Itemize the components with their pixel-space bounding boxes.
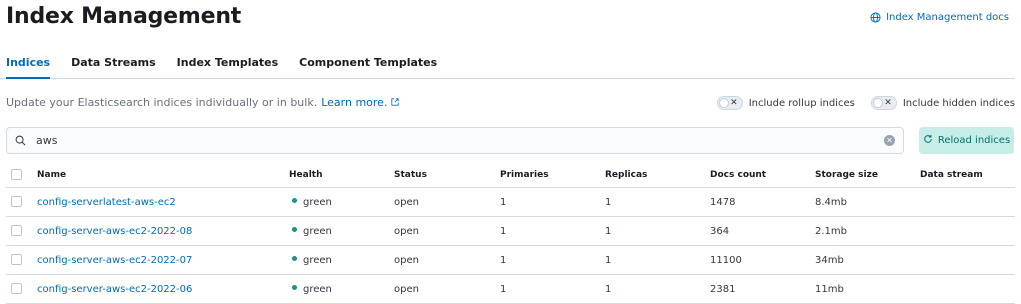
primaries-value: 1: [500, 245, 605, 275]
rollup-switch[interactable]: ✕: [716, 96, 743, 110]
column-header-name[interactable]: Name: [37, 162, 289, 188]
health-dot-icon: [292, 197, 297, 203]
docs-count-value: 1478: [710, 187, 815, 217]
external-link-icon: [391, 96, 400, 109]
column-header-health[interactable]: Health: [289, 162, 394, 188]
status-value: open: [394, 274, 500, 304]
refresh-icon: [923, 134, 933, 147]
docs-count-value: 364: [710, 216, 815, 246]
column-header-docs-count[interactable]: Docs count: [710, 162, 815, 188]
row-checkbox[interactable]: [11, 225, 22, 237]
index-name-link[interactable]: config-server-aws-ec2-2022-08: [37, 226, 192, 237]
health-value: green: [303, 196, 332, 208]
docs-count-value: 2381: [710, 274, 815, 304]
table-row: config-server-aws-ec2-2022-08 green open…: [6, 216, 1015, 246]
storage-size-value: 8.4mb: [815, 187, 920, 217]
data-stream-value: [920, 245, 1015, 275]
health-dot-icon: [292, 255, 297, 261]
column-header-data-stream[interactable]: Data stream: [920, 162, 1015, 188]
replicas-value: 1: [605, 274, 710, 304]
replicas-value: 1: [605, 245, 710, 275]
hidden-toggle[interactable]: ✕ Include hidden indices: [870, 96, 1015, 110]
table-header-row: Name Health Status Primaries Replicas Do…: [6, 162, 1015, 188]
index-name-link[interactable]: config-server-aws-ec2-2022-06: [37, 284, 192, 295]
health-value: green: [303, 225, 332, 237]
primaries-value: 1: [500, 274, 605, 304]
description-text: Update your Elasticsearch indices indivi…: [6, 96, 318, 109]
column-header-status[interactable]: Status: [394, 162, 500, 188]
clear-search-icon[interactable]: ✕: [884, 135, 895, 146]
data-stream-value: [920, 216, 1015, 246]
globe-icon: [870, 12, 881, 23]
tab-component-templates[interactable]: Component Templates: [299, 52, 437, 75]
replicas-value: 1: [605, 216, 710, 246]
page-description: Update your Elasticsearch indices indivi…: [6, 96, 400, 109]
toggle-group: ✕ Include rollup indices ✕ Include hidde…: [716, 96, 1015, 110]
status-value: open: [394, 245, 500, 275]
table-row: config-server-aws-ec2-2022-06 green open…: [6, 274, 1015, 304]
cross-icon: ✕: [730, 98, 738, 108]
row-checkbox[interactable]: [11, 254, 22, 266]
tab-bar: Indices Data Streams Index Templates Com…: [0, 52, 1015, 79]
search-box: ✕: [6, 127, 904, 154]
health-value: green: [303, 283, 332, 295]
search-icon: [15, 131, 26, 150]
docs-link-label: Index Management docs: [886, 12, 1009, 23]
health-dot-icon: [292, 226, 297, 232]
cross-icon: ✕: [884, 98, 892, 108]
reload-label: Reload indices: [937, 135, 1011, 146]
primaries-value: 1: [500, 187, 605, 217]
page-title: Index Management: [6, 4, 242, 29]
tab-index-templates[interactable]: Index Templates: [177, 52, 278, 75]
column-header-primaries[interactable]: Primaries: [500, 162, 605, 188]
tab-indices[interactable]: Indices: [6, 52, 51, 79]
data-stream-value: [920, 187, 1015, 217]
status-value: open: [394, 187, 500, 217]
status-value: open: [394, 216, 500, 246]
rollup-label: Include rollup indices: [748, 97, 855, 109]
docs-count-value: 11100: [710, 245, 815, 275]
rollup-toggle[interactable]: ✕ Include rollup indices: [716, 96, 855, 110]
row-checkbox[interactable]: [11, 196, 22, 208]
health-value: green: [303, 254, 332, 266]
primaries-value: 1: [500, 216, 605, 246]
table-row: config-server-aws-ec2-2022-07 green open…: [6, 245, 1015, 275]
column-header-replicas[interactable]: Replicas: [605, 162, 710, 188]
docs-link[interactable]: Index Management docs: [870, 12, 1009, 23]
index-name-link[interactable]: config-serverlatest-aws-ec2: [37, 197, 176, 208]
tab-data-streams[interactable]: Data Streams: [71, 52, 156, 75]
column-header-storage-size[interactable]: Storage size: [815, 162, 920, 188]
replicas-value: 1: [605, 187, 710, 217]
reload-indices-button[interactable]: Reload indices: [919, 127, 1014, 154]
hidden-label: Include hidden indices: [902, 97, 1015, 109]
search-input[interactable]: [34, 133, 884, 148]
data-stream-value: [920, 274, 1015, 304]
health-dot-icon: [292, 284, 297, 290]
indices-table: Name Health Status Primaries Replicas Do…: [6, 162, 1015, 304]
select-all-checkbox[interactable]: [11, 169, 22, 180]
row-checkbox[interactable]: [11, 283, 22, 295]
index-name-link[interactable]: config-server-aws-ec2-2022-07: [37, 255, 192, 266]
table-row: config-serverlatest-aws-ec2 green open 1…: [6, 187, 1015, 217]
learn-more-link[interactable]: Learn more.: [321, 96, 387, 109]
storage-size-value: 34mb: [815, 245, 920, 275]
hidden-switch[interactable]: ✕: [870, 96, 897, 110]
storage-size-value: 11mb: [815, 274, 920, 304]
storage-size-value: 2.1mb: [815, 216, 920, 246]
